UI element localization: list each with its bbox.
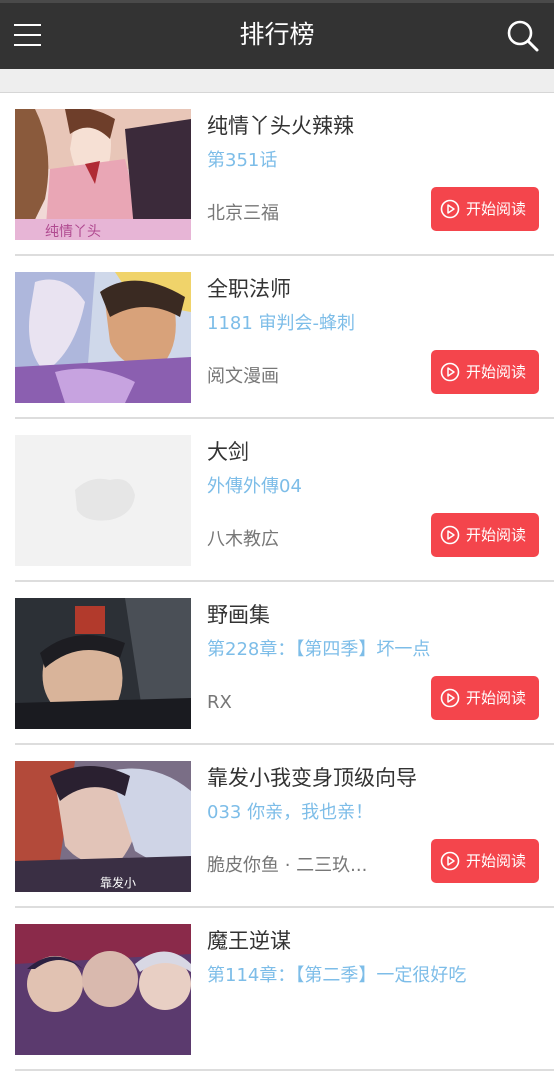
list-item[interactable]: 纯情丫头 纯情丫头火辣辣 第351话 北京三福 开始阅读 bbox=[15, 93, 554, 256]
comic-title[interactable]: 魔王逆谋 bbox=[207, 926, 291, 956]
ranking-list: 纯情丫头 纯情丫头火辣辣 第351话 北京三福 开始阅读 全职法师 1181 审… bbox=[0, 93, 554, 1071]
start-reading-button[interactable]: 开始阅读 bbox=[431, 350, 539, 394]
start-reading-button[interactable]: 开始阅读 bbox=[431, 187, 539, 231]
comic-title[interactable]: 靠发小我变身顶级向导 bbox=[207, 763, 417, 793]
start-reading-label: 开始阅读 bbox=[466, 363, 527, 381]
comic-cover[interactable]: 纯情丫头 bbox=[15, 109, 191, 240]
start-reading-button[interactable]: 开始阅读 bbox=[431, 839, 539, 883]
play-circle-icon bbox=[440, 688, 460, 708]
latest-chapter: 1181 审判会-蜂刺 bbox=[207, 313, 356, 334]
header-spacer bbox=[0, 69, 554, 93]
svg-text:靠发小: 靠发小 bbox=[100, 875, 136, 890]
search-icon[interactable] bbox=[506, 19, 540, 53]
comic-author: RX bbox=[207, 692, 232, 713]
list-item[interactable]: 靠发小 靠发小我变身顶级向导 033 你亲，我也亲！ 脆皮你鱼 · 二三玖...… bbox=[15, 745, 554, 908]
list-item[interactable]: 野画集 第228章：【第四季】坏一点 RX 开始阅读 bbox=[15, 582, 554, 745]
start-reading-label: 开始阅读 bbox=[466, 200, 527, 218]
latest-chapter: 第228章：【第四季】坏一点 bbox=[207, 639, 431, 660]
start-reading-label: 开始阅读 bbox=[466, 852, 527, 870]
comic-cover[interactable] bbox=[15, 598, 191, 729]
page-title: 排行榜 bbox=[239, 20, 315, 49]
comic-title[interactable]: 全职法师 bbox=[207, 274, 291, 304]
latest-chapter: 外傳外傳04 bbox=[207, 476, 302, 497]
top-bar: 排行榜 bbox=[0, 0, 554, 69]
comic-cover[interactable] bbox=[15, 272, 191, 403]
comic-title[interactable]: 大剑 bbox=[207, 437, 249, 467]
comic-cover[interactable] bbox=[15, 435, 191, 566]
svg-text:纯情丫头: 纯情丫头 bbox=[45, 224, 101, 240]
latest-chapter: 第351话 bbox=[207, 150, 278, 171]
start-reading-label: 开始阅读 bbox=[466, 526, 527, 544]
latest-chapter: 第114章：【第二季】一定很好吃 bbox=[207, 965, 467, 986]
start-reading-button[interactable]: 开始阅读 bbox=[431, 513, 539, 557]
latest-chapter: 033 你亲，我也亲！ bbox=[207, 802, 374, 823]
play-circle-icon bbox=[440, 362, 460, 382]
start-reading-label: 开始阅读 bbox=[466, 689, 527, 707]
comic-author: 脆皮你鱼 · 二三玖... bbox=[207, 855, 368, 876]
comic-author: 阅文漫画 bbox=[207, 366, 279, 387]
comic-cover[interactable] bbox=[15, 924, 191, 1055]
start-reading-button[interactable]: 开始阅读 bbox=[431, 676, 539, 720]
comic-title[interactable]: 纯情丫头火辣辣 bbox=[207, 111, 354, 141]
play-circle-icon bbox=[440, 525, 460, 545]
play-circle-icon bbox=[440, 851, 460, 871]
comic-author: 北京三福 bbox=[207, 203, 279, 224]
list-item[interactable]: 大剑 外傳外傳04 八木教広 开始阅读 bbox=[15, 419, 554, 582]
comic-author: 八木教広 bbox=[207, 529, 279, 550]
list-item[interactable]: 魔王逆谋 第114章：【第二季】一定很好吃 bbox=[15, 908, 554, 1071]
comic-cover[interactable]: 靠发小 bbox=[15, 761, 191, 892]
comic-title[interactable]: 野画集 bbox=[207, 600, 270, 630]
play-circle-icon bbox=[440, 199, 460, 219]
list-item[interactable]: 全职法师 1181 审判会-蜂刺 阅文漫画 开始阅读 bbox=[15, 256, 554, 419]
